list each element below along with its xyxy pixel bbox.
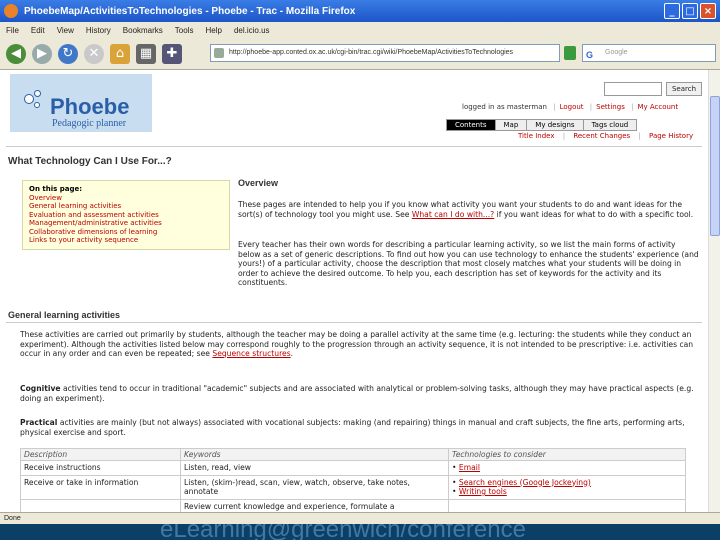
menu-history[interactable]: History xyxy=(86,26,111,35)
logged-in-label: logged in as masterman xyxy=(462,103,547,111)
nav-tags-cloud[interactable]: Tags cloud xyxy=(582,119,638,131)
what-can-i-do-link[interactable]: What can I do with...? xyxy=(412,210,494,219)
go-button[interactable] xyxy=(564,46,576,60)
table-of-contents: On this page: Overview General learning … xyxy=(22,180,230,250)
maximize-button[interactable]: □ xyxy=(682,3,698,19)
page-scrollbar[interactable] xyxy=(708,70,720,512)
row-technologies: • Email xyxy=(448,460,686,476)
firefox-icon xyxy=(4,4,18,18)
site-search-input[interactable] xyxy=(604,82,662,96)
toc-item-management[interactable]: Management/administrative activities xyxy=(29,219,223,228)
site-logo[interactable]: Phoebe Pedagogic planner xyxy=(10,74,152,132)
recent-changes-link[interactable]: Recent Changes xyxy=(573,132,630,140)
toc-item-general[interactable]: General learning activities xyxy=(29,202,223,211)
back-icon[interactable]: ◀ xyxy=(6,43,26,64)
minimize-button[interactable]: _ xyxy=(664,3,680,19)
my-account-link[interactable]: My Account xyxy=(637,103,678,111)
tag-icon[interactable]: ✚ xyxy=(162,43,182,64)
slide-footer: eLearning@greenwich/conference xyxy=(0,524,720,540)
browser-search-input[interactable]: G Google xyxy=(582,44,716,62)
menu-tools[interactable]: Tools xyxy=(175,26,194,35)
menu-edit[interactable]: Edit xyxy=(31,26,45,35)
meta-nav: logged in as masterman | Logout | Settings… xyxy=(462,103,679,111)
overview-heading: Overview xyxy=(238,178,279,188)
page-title: What Technology Can I Use For...? xyxy=(8,156,172,167)
nav-my-designs[interactable]: My designs xyxy=(526,119,583,131)
col-description: Description xyxy=(20,448,181,461)
logo-molecule-icon xyxy=(24,90,44,110)
menu-bar: File Edit View History Bookmarks Tools H… xyxy=(0,22,720,38)
bookmark-icon[interactable]: ▦ xyxy=(136,43,156,64)
title-index-link[interactable]: Title Index xyxy=(518,132,555,140)
google-icon: G xyxy=(586,50,594,60)
menu-delicious[interactable]: del.icio.us xyxy=(234,26,270,35)
page-history-link[interactable]: Page History xyxy=(649,132,693,140)
row-description: Receive or take in information xyxy=(20,474,181,500)
row-keywords: Review current knowledge and experience,… xyxy=(180,498,449,512)
toc-heading: On this page: xyxy=(29,185,82,193)
cognitive-paragraph: Cognitive activities tend to occur in tr… xyxy=(20,384,694,403)
tech-link-search-engines[interactable]: Search engines (Google Jockeying) xyxy=(459,478,591,487)
divider xyxy=(6,322,702,323)
status-text: Done xyxy=(4,515,21,522)
footer-text: eLearning@greenwich/conference xyxy=(160,524,526,540)
divider xyxy=(6,146,702,147)
forward-icon[interactable]: ▶ xyxy=(32,43,52,64)
url-input[interactable]: http://phoebe-app.conted.ox.ac.uk/cgi-bi… xyxy=(210,44,560,62)
scrollbar-thumb[interactable] xyxy=(710,96,720,236)
tech-link-writing-tools[interactable]: Writing tools xyxy=(459,487,507,496)
stop-icon[interactable]: ✕ xyxy=(84,43,104,64)
nav-contents[interactable]: Contents xyxy=(446,119,495,131)
logout-link[interactable]: Logout xyxy=(560,103,584,111)
row-keywords: Listen, read, view xyxy=(180,460,449,476)
toc-item-links[interactable]: Links to your activity sequence xyxy=(29,236,223,245)
window-title: PhoebeMap/ActivitiesToTechnologies - Pho… xyxy=(24,5,356,17)
status-bar: Done xyxy=(0,512,720,524)
col-technologies: Technologies to consider xyxy=(448,448,686,461)
overview-paragraph-1: These pages are intended to help you if … xyxy=(238,200,694,219)
menu-bookmarks[interactable]: Bookmarks xyxy=(123,26,163,35)
context-nav: Title Index | Recent Changes | Page Hist… xyxy=(518,132,694,140)
row-technologies: • Search engines (Google Jockeying) • Wr… xyxy=(448,474,686,500)
overview-paragraph-2: Every teacher has their own words for de… xyxy=(238,240,699,287)
home-icon[interactable]: ⌂ xyxy=(110,43,130,64)
row-keywords: Listen, (skim-)read, scan, view, watch, … xyxy=(180,474,449,500)
table-row: Receive instructions Listen, read, view … xyxy=(20,460,686,476)
main-nav: Contents Map My designs Tags cloud xyxy=(446,119,638,131)
row-technologies xyxy=(448,498,686,512)
table-header-row: Description Keywords Technologies to con… xyxy=(20,448,686,461)
reload-icon[interactable]: ↻ xyxy=(58,43,78,64)
toc-item-overview[interactable]: Overview xyxy=(29,194,223,203)
menu-file[interactable]: File xyxy=(6,26,19,35)
window-titlebar: PhoebeMap/ActivitiesToTechnologies - Pho… xyxy=(0,0,720,22)
menu-view[interactable]: View xyxy=(57,26,74,35)
favicon-icon xyxy=(214,48,224,58)
settings-link[interactable]: Settings xyxy=(596,103,625,111)
row-description xyxy=(20,498,181,512)
col-keywords: Keywords xyxy=(180,448,449,461)
site-search-button[interactable]: Search xyxy=(666,82,702,96)
row-description: Receive instructions xyxy=(20,460,181,476)
toc-item-collaborative[interactable]: Collaborative dimensions of learning xyxy=(29,228,223,237)
tech-link-email[interactable]: Email xyxy=(459,463,480,472)
logo-name: Phoebe xyxy=(50,94,130,119)
sequence-structures-link[interactable]: Sequence structures xyxy=(212,349,290,358)
general-activities-heading: General learning activities xyxy=(8,310,121,320)
table-row: Review current knowledge and experience,… xyxy=(20,498,686,512)
general-paragraph: These activities are carried out primari… xyxy=(20,330,694,358)
menu-help[interactable]: Help xyxy=(205,26,221,35)
nav-map[interactable]: Map xyxy=(494,119,527,131)
toc-item-evaluation[interactable]: Evaluation and assessment activities xyxy=(29,211,223,220)
close-button[interactable]: × xyxy=(700,3,716,19)
page-content: Phoebe Pedagogic planner Search logged i… xyxy=(0,70,708,512)
logo-subtitle: Pedagogic planner xyxy=(52,118,127,129)
practical-paragraph: Practical activities are mainly (but not… xyxy=(20,418,685,437)
table-row: Receive or take in information Listen, (… xyxy=(20,474,686,500)
activities-table: Description Keywords Technologies to con… xyxy=(20,448,686,512)
